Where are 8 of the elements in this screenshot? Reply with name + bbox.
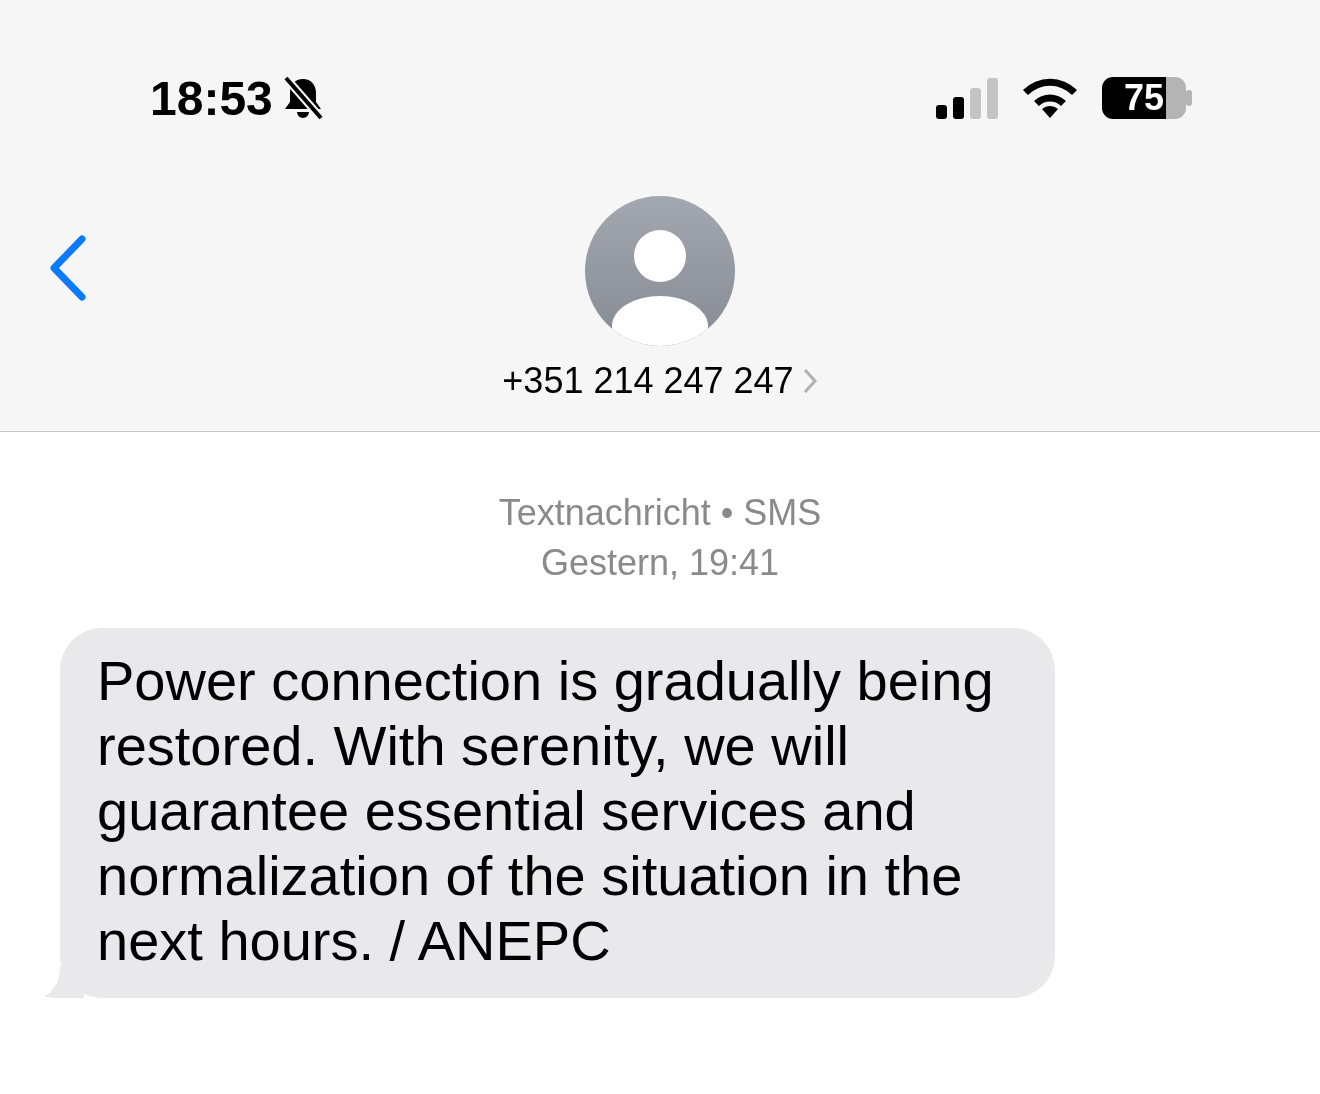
message-service: Textnachricht • SMS bbox=[498, 491, 822, 535]
message-timestamp: Gestern, 19:41 bbox=[540, 541, 780, 585]
back-button[interactable] bbox=[48, 235, 88, 304]
contact-button[interactable]: +351 214 247 247 bbox=[502, 360, 818, 402]
avatar-icon bbox=[585, 196, 735, 346]
clock-time: 18:53 bbox=[150, 70, 273, 126]
chevron-icon bbox=[801, 367, 818, 395]
signal-icon bbox=[934, 77, 1000, 119]
